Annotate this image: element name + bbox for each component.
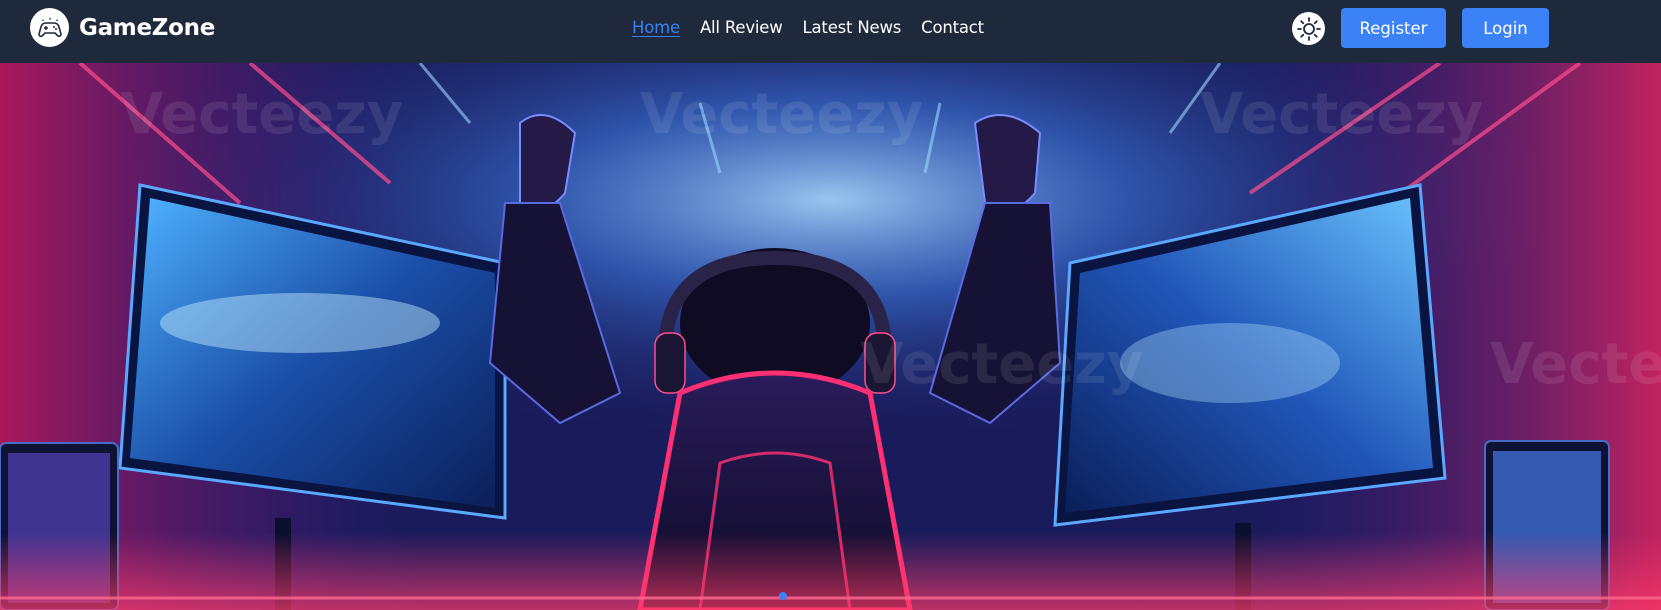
sun-icon — [1296, 16, 1321, 41]
login-button[interactable]: Login — [1462, 8, 1549, 48]
register-button[interactable]: Register — [1341, 8, 1446, 48]
top-navbar: GameZone Home All Review Latest News Con… — [0, 0, 1661, 63]
hero-banner: Vecteezy Vecteezy Vecteezy Vecteezy Vect… — [0, 63, 1661, 610]
nav-link-latest-news[interactable]: Latest News — [803, 18, 902, 37]
brand-name: GameZone — [79, 14, 216, 41]
gamepad-icon — [30, 8, 69, 47]
nav-link-home[interactable]: Home — [632, 18, 680, 37]
brand[interactable]: GameZone — [30, 8, 215, 47]
watermark-text: Vecteezy — [860, 332, 1143, 397]
nav-link-all-review[interactable]: All Review — [700, 18, 783, 37]
hero-image: Vecteezy Vecteezy Vecteezy Vecteezy Vect… — [0, 63, 1661, 610]
watermark-text: Vecteezy — [1490, 332, 1661, 397]
carousel-dot-active[interactable] — [779, 592, 787, 600]
watermark-text: Vecteezy — [1200, 82, 1483, 147]
nav-link-contact[interactable]: Contact — [921, 18, 984, 37]
watermark-text: Vecteezy — [640, 82, 923, 147]
main-nav: Home All Review Latest News Contact — [632, 18, 984, 37]
theme-toggle-button[interactable] — [1292, 12, 1325, 45]
watermark-text: Vecteezy — [120, 82, 403, 147]
